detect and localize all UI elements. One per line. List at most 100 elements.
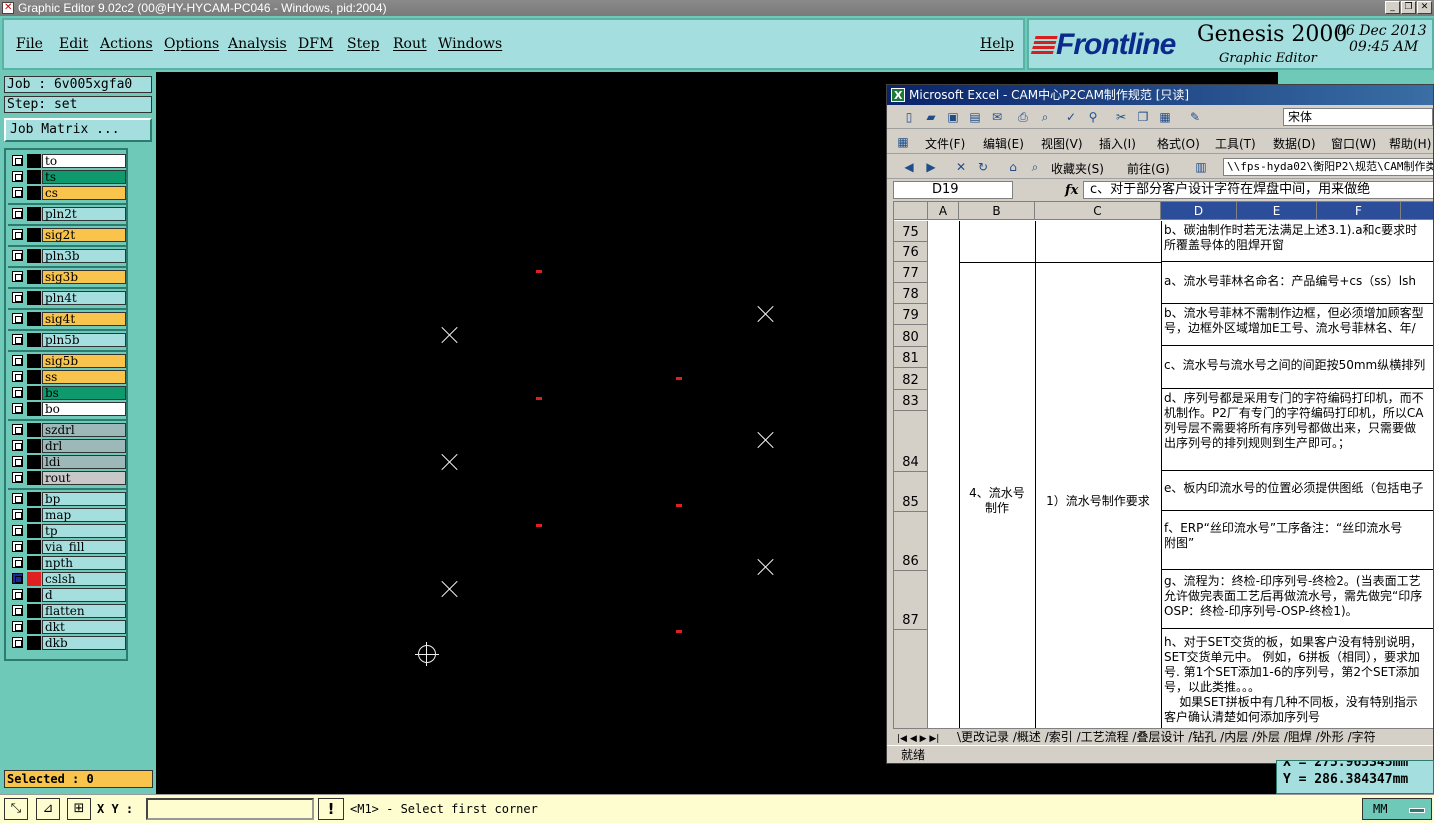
layer-row[interactable]: tp bbox=[8, 524, 126, 538]
grid-tool-icon[interactable]: ⊞ bbox=[67, 798, 91, 820]
layer-color-swatch[interactable] bbox=[27, 291, 41, 305]
layer-color-swatch[interactable] bbox=[27, 455, 41, 469]
target-cross-icon[interactable] bbox=[441, 580, 459, 598]
layer-row[interactable]: dkt bbox=[8, 620, 126, 634]
layer-name[interactable]: to bbox=[42, 154, 126, 168]
search-web-icon[interactable]: ⌕ bbox=[1027, 159, 1043, 175]
excel-menu-format[interactable]: 格式(O) bbox=[1157, 135, 1200, 152]
cell-d[interactable]: d、序列号都是采用专门的字符编码打印机，而不 机制作。P2厂有专门的字符编码打印… bbox=[1161, 389, 1433, 471]
row-header[interactable]: 79 bbox=[894, 304, 928, 325]
layer-checkbox[interactable] bbox=[12, 456, 23, 467]
cell-d[interactable]: h、对于SET交货的板，如果客户没有特别说明， SET交货单元中。 例如，6拼板… bbox=[1161, 629, 1433, 728]
favorites-menu[interactable]: 收藏夹(S) bbox=[1051, 160, 1104, 177]
pad-feature[interactable] bbox=[536, 270, 542, 273]
warning-button[interactable]: ! bbox=[318, 798, 344, 820]
layer-name[interactable]: bp bbox=[42, 492, 126, 506]
layer-color-swatch[interactable] bbox=[27, 556, 41, 570]
layer-color-swatch[interactable] bbox=[27, 249, 41, 263]
layer-checkbox[interactable] bbox=[12, 573, 23, 584]
layer-name[interactable]: pln4t bbox=[42, 291, 126, 305]
row-header[interactable]: 83 bbox=[894, 390, 928, 411]
permission-icon[interactable]: ▤ bbox=[967, 109, 983, 125]
layer-name[interactable]: dkt bbox=[42, 620, 126, 634]
layer-color-swatch[interactable] bbox=[27, 439, 41, 453]
excel-menu-edit[interactable]: 编辑(E) bbox=[983, 135, 1024, 152]
layer-name[interactable]: flatten bbox=[42, 604, 126, 618]
minimize-button[interactable]: _ bbox=[1385, 1, 1400, 14]
layer-name[interactable]: ts bbox=[42, 170, 126, 184]
save-icon[interactable]: ▣ bbox=[945, 109, 961, 125]
layer-checkbox[interactable] bbox=[12, 229, 23, 240]
cell-d[interactable]: c、流水号与流水号之间的间距按50mm纵横排列 bbox=[1161, 346, 1433, 389]
excel-window[interactable]: Microsoft Excel - CAM中心P2CAM制作规范 [只读] ▯ … bbox=[886, 84, 1434, 764]
column-header[interactable]: C bbox=[1035, 202, 1161, 220]
layer-row[interactable]: sig4t bbox=[8, 312, 126, 326]
layer-color-swatch[interactable] bbox=[27, 471, 41, 485]
layer-checkbox[interactable] bbox=[12, 589, 23, 600]
menu-dfm[interactable]: DFM bbox=[298, 36, 333, 52]
pad-feature[interactable] bbox=[676, 377, 682, 380]
layer-color-swatch[interactable] bbox=[27, 492, 41, 506]
layer-name[interactable]: via_fill bbox=[42, 540, 126, 554]
layer-checkbox[interactable] bbox=[12, 250, 23, 261]
row-header[interactable] bbox=[894, 630, 928, 728]
goto-menu[interactable]: 前往(G) bbox=[1127, 160, 1170, 177]
new-file-icon[interactable]: ▯ bbox=[901, 109, 917, 125]
layer-color-swatch[interactable] bbox=[27, 370, 41, 384]
layer-row[interactable]: flatten bbox=[8, 604, 126, 618]
cell-d[interactable]: g、流程为：终检-印序列号-终检2。(当表面工艺 允许做完表面工艺后再做流水号，… bbox=[1161, 570, 1433, 629]
layer-color-swatch[interactable] bbox=[27, 423, 41, 437]
layer-name[interactable]: bs bbox=[42, 386, 126, 400]
layer-color-swatch[interactable] bbox=[27, 604, 41, 618]
formula-bar[interactable]: c、对于部分客户设计字符在焊盘中间，用来做绝 bbox=[1083, 181, 1433, 199]
layer-checkbox[interactable] bbox=[12, 171, 23, 182]
layer-color-swatch[interactable] bbox=[27, 402, 41, 416]
layer-row[interactable]: sig5b bbox=[8, 354, 126, 368]
row-header[interactable]: 75 bbox=[894, 221, 928, 242]
layer-color-swatch[interactable] bbox=[27, 508, 41, 522]
excel-menu-help[interactable]: 帮助(H) bbox=[1389, 135, 1431, 152]
target-cross-icon[interactable] bbox=[441, 453, 459, 471]
layer-row[interactable]: pln4t bbox=[8, 291, 126, 305]
refresh-icon[interactable]: ↻ bbox=[975, 159, 991, 175]
layer-row[interactable]: ldi bbox=[8, 455, 126, 469]
excel-menu-data[interactable]: 数据(D) bbox=[1273, 135, 1316, 152]
layer-row[interactable]: pln2t bbox=[8, 207, 126, 221]
layer-checkbox[interactable] bbox=[12, 208, 23, 219]
excel-title-bar[interactable]: Microsoft Excel - CAM中心P2CAM制作规范 [只读] bbox=[887, 85, 1433, 106]
show-web-toolbar-icon[interactable]: ▥ bbox=[1193, 159, 1209, 175]
open-folder-icon[interactable]: ▰ bbox=[923, 109, 939, 125]
menu-step[interactable]: Step bbox=[347, 36, 379, 52]
layer-color-swatch[interactable] bbox=[27, 524, 41, 538]
layer-checkbox[interactable] bbox=[12, 509, 23, 520]
layer-row[interactable]: sig2t bbox=[8, 228, 126, 242]
layer-row[interactable]: map bbox=[8, 508, 126, 522]
cell-d[interactable]: a、流水号菲林名命名：产品编号+cs（ss）lsh bbox=[1161, 262, 1433, 304]
layer-name[interactable]: sig3b bbox=[42, 270, 126, 284]
layer-checkbox[interactable] bbox=[12, 355, 23, 366]
layer-checkbox[interactable] bbox=[12, 271, 23, 282]
layer-name[interactable]: map bbox=[42, 508, 126, 522]
layer-checkbox[interactable] bbox=[12, 403, 23, 414]
target-cross-icon[interactable] bbox=[757, 558, 775, 576]
layer-color-swatch[interactable] bbox=[27, 186, 41, 200]
layer-row[interactable]: sig3b bbox=[8, 270, 126, 284]
layer-row[interactable]: pln5b bbox=[8, 333, 126, 347]
layer-name[interactable]: pln2t bbox=[42, 207, 126, 221]
pad-feature[interactable] bbox=[536, 524, 542, 527]
row-header[interactable]: 80 bbox=[894, 325, 928, 347]
zoom-tool-icon[interactable]: ⤡ bbox=[4, 798, 28, 820]
layer-checkbox[interactable] bbox=[12, 541, 23, 552]
research-icon[interactable]: ⚲ bbox=[1085, 109, 1101, 125]
layer-color-swatch[interactable] bbox=[27, 333, 41, 347]
column-header[interactable]: F bbox=[1317, 202, 1401, 220]
layer-checkbox[interactable] bbox=[12, 424, 23, 435]
layer-name[interactable]: pln3b bbox=[42, 249, 126, 263]
name-box[interactable]: D19 bbox=[893, 181, 1013, 199]
layer-row[interactable]: bp bbox=[8, 492, 126, 506]
layer-color-swatch[interactable] bbox=[27, 228, 41, 242]
layer-row[interactable]: npth bbox=[8, 556, 126, 570]
layer-row[interactable]: ss bbox=[8, 370, 126, 384]
pad-feature[interactable] bbox=[676, 504, 682, 507]
sheet-tab-list[interactable]: \更改记录 /概述 /索引 /工艺流程 /叠层设计 /钻孔 /内层 /外层 /阻… bbox=[957, 730, 1376, 744]
